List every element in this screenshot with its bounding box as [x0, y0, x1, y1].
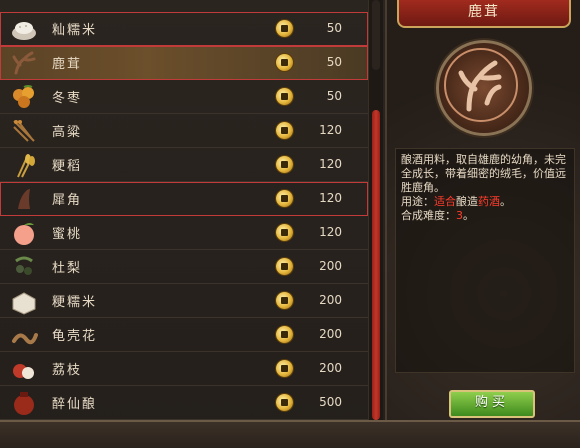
usage-text: 酿造 — [456, 195, 478, 208]
item-row[interactable]: 蜜桃 120 — [0, 216, 368, 250]
rice-sack-icon — [10, 287, 38, 315]
scroll-track-top — [372, 0, 380, 70]
item-price: 50 — [326, 21, 342, 35]
difficulty-end: 。 — [463, 209, 474, 222]
item-price: 200 — [319, 259, 342, 273]
list-scrollbar[interactable] — [368, 0, 383, 420]
coin-icon — [276, 224, 293, 241]
coin-icon — [276, 326, 293, 343]
coin-icon — [276, 258, 293, 275]
coin-icon — [276, 360, 293, 377]
peach-icon — [10, 219, 38, 247]
rice-stalk-icon — [10, 151, 38, 179]
item-price: 120 — [319, 191, 342, 205]
rice-bowl-icon — [10, 15, 38, 43]
item-row[interactable]: 籼糯米 50 — [0, 12, 368, 46]
item-row[interactable]: 龟壳花 200 — [0, 318, 368, 352]
item-name: 高粱 — [52, 125, 83, 140]
item-name: 蜜桃 — [52, 227, 83, 242]
coin-icon — [276, 394, 293, 411]
item-price: 50 — [326, 55, 342, 69]
usage-end: 。 — [500, 195, 511, 208]
item-name: 荔枝 — [52, 363, 83, 378]
item-name: 粳稻 — [52, 159, 83, 174]
item-detail-panel: 鹿茸 酿酒用料，取自雄鹿的幼角，未完全成长，带着细密的绒毛，价值远胜鹿角。 用途… — [385, 0, 580, 420]
item-price: 200 — [319, 293, 342, 307]
item-row[interactable]: 粳糯米 200 — [0, 284, 368, 318]
item-row[interactable]: 冬枣 50 — [0, 80, 368, 114]
snake-icon — [10, 321, 38, 349]
item-price: 500 — [319, 395, 342, 409]
coin-icon — [276, 292, 293, 309]
difficulty-line: 合成难度：3。 — [401, 209, 569, 223]
rhino-horn-icon — [10, 185, 38, 213]
usage-label: 用途： — [401, 195, 434, 208]
lychee-icon — [10, 355, 38, 383]
coin-icon — [276, 88, 293, 105]
item-name: 鹿茸 — [52, 57, 83, 72]
coin-icon — [276, 20, 293, 37]
item-row-selected[interactable]: 鹿茸 50 — [0, 46, 368, 80]
item-name: 龟壳花 — [52, 329, 98, 344]
item-row[interactable]: 粳稻 120 — [0, 148, 368, 182]
sorghum-icon — [10, 117, 38, 145]
item-description: 酿酒用料，取自雄鹿的幼角，未完全成长，带着细密的绒毛，价值远胜鹿角。 用途：适合… — [395, 148, 575, 373]
item-row[interactable]: 杜梨 200 — [0, 250, 368, 284]
item-price: 200 — [319, 361, 342, 375]
item-price: 50 — [326, 89, 342, 103]
buy-button[interactable]: 购买 — [449, 390, 535, 418]
item-row[interactable]: 犀角 120 — [0, 182, 368, 216]
item-name: 籼糯米 — [52, 23, 98, 38]
item-name: 杜梨 — [52, 261, 83, 276]
description-text: 酿酒用料，取自雄鹿的幼角，未完全成长，带着细密的绒毛，价值远胜鹿角。 — [401, 153, 566, 194]
item-name: 冬枣 — [52, 91, 83, 106]
detail-title: 鹿茸 — [397, 0, 571, 28]
pear-icon — [10, 253, 38, 281]
item-name: 犀角 — [52, 193, 83, 208]
item-list-panel: 籼糯米 50 鹿茸 50 冬枣 50 高粱 120 粳稻 120 犀角 120 … — [0, 0, 385, 446]
coin-icon — [276, 54, 293, 71]
jujube-icon — [10, 83, 38, 111]
item-name: 醉仙酿 — [52, 397, 98, 412]
antler-emblem-icon — [436, 40, 532, 136]
wine-jar-icon — [10, 389, 38, 417]
usage-highlight: 药酒 — [478, 195, 500, 208]
difficulty-value: 3 — [456, 209, 463, 222]
scroll-thumb[interactable] — [372, 110, 380, 420]
item-price: 200 — [319, 327, 342, 341]
item-price: 120 — [319, 225, 342, 239]
usage-line: 用途：适合酿造药酒。 — [401, 195, 569, 209]
usage-highlight: 适合 — [434, 195, 456, 208]
item-price: 120 — [319, 157, 342, 171]
item-row[interactable]: 高粱 120 — [0, 114, 368, 148]
antler-icon — [10, 49, 38, 77]
item-row[interactable]: 醉仙酿 500 — [0, 386, 368, 420]
item-price: 120 — [319, 123, 342, 137]
item-row[interactable]: 荔枝 200 — [0, 352, 368, 386]
coin-icon — [276, 156, 293, 173]
bottom-frame — [0, 420, 580, 448]
coin-icon — [276, 190, 293, 207]
item-name: 粳糯米 — [52, 295, 98, 310]
difficulty-label: 合成难度： — [401, 209, 456, 222]
coin-icon — [276, 122, 293, 139]
